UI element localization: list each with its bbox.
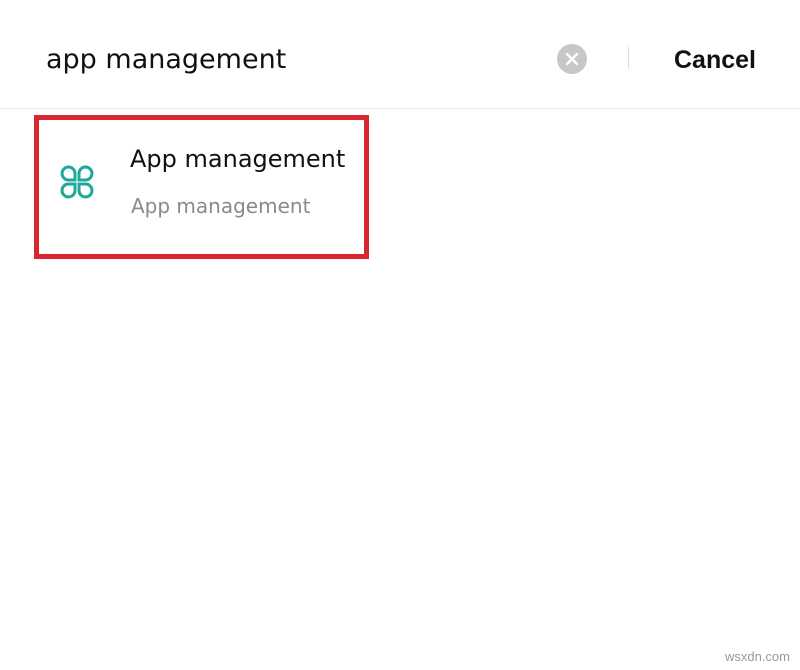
search-input[interactable] (46, 38, 536, 82)
result-subtitle: App management (131, 194, 311, 218)
clear-search-button[interactable] (557, 44, 587, 74)
close-circle-icon (565, 52, 579, 66)
search-bar: Cancel (0, 0, 800, 109)
result-title: App management (130, 145, 346, 173)
watermark: wsxdn.com (724, 649, 790, 664)
app-grid-icon (58, 163, 96, 201)
search-screen: Cancel App management App management wsx… (0, 0, 800, 670)
cancel-button[interactable]: Cancel (662, 38, 768, 82)
divider (628, 47, 629, 69)
search-result-app-management[interactable]: App management App management (34, 115, 369, 259)
